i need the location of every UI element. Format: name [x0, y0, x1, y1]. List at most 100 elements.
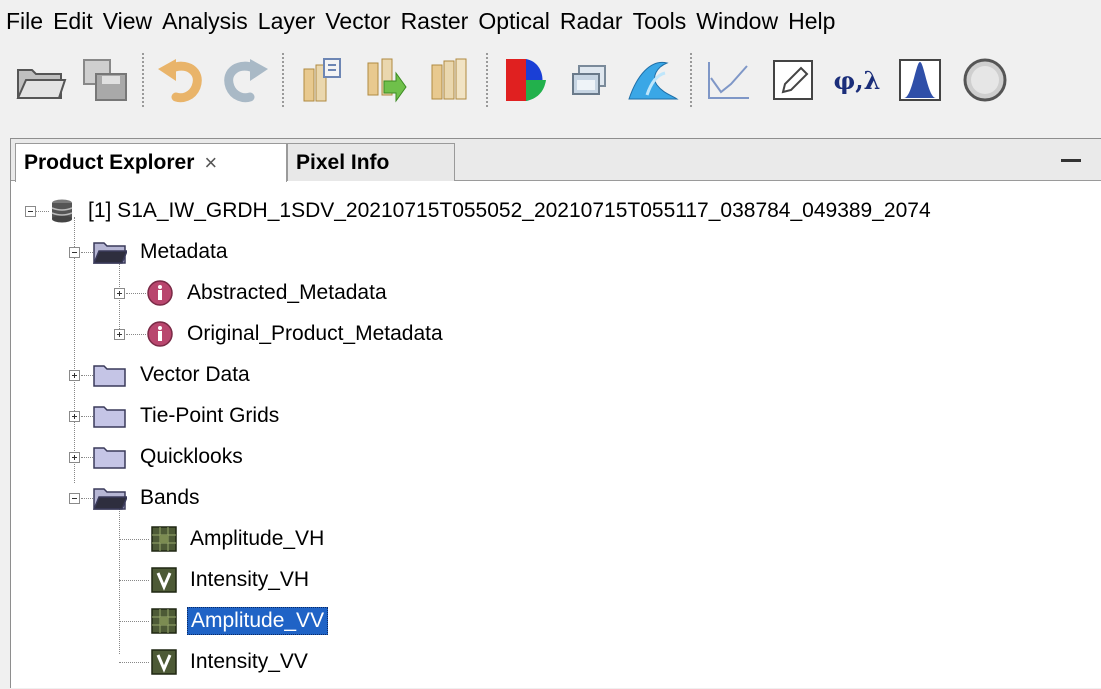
menu-edit[interactable]: Edit [49, 8, 99, 35]
product-explorer-panel: Product Explorer × Pixel Info [1] S1A_IW… [10, 138, 1101, 688]
folder-icon [93, 444, 127, 470]
close-icon[interactable]: × [204, 150, 217, 176]
raster-band-icon [151, 526, 177, 552]
rgb-image-button[interactable] [496, 51, 554, 109]
redo-button[interactable] [216, 51, 274, 109]
tree-line [81, 416, 93, 417]
plot-button[interactable] [700, 51, 758, 109]
tree-node-bands[interactable]: Bands [93, 479, 203, 517]
info-icon [146, 320, 174, 348]
collapse-toggle[interactable] [25, 206, 36, 217]
menu-optical[interactable]: Optical [474, 8, 556, 35]
menu-analysis[interactable]: Analysis [158, 8, 254, 35]
expand-toggle[interactable] [114, 329, 125, 340]
draw-button[interactable] [764, 51, 822, 109]
menu-raster[interactable]: Raster [397, 8, 475, 35]
expand-toggle[interactable] [114, 288, 125, 299]
tree-node-original-product-metadata[interactable]: Original_Product_Metadata [146, 315, 446, 353]
tree-line [126, 334, 146, 335]
tree-line [81, 375, 93, 376]
tab-strip: Product Explorer × Pixel Info [11, 139, 1101, 182]
session-button[interactable] [420, 51, 478, 109]
open-folder-icon [16, 69, 67, 99]
save-button[interactable] [76, 51, 134, 109]
tree-node-metadata[interactable]: Metadata [93, 233, 231, 271]
folder-icon [93, 362, 127, 388]
geo-coordinates-button[interactable]: φ,λ [828, 51, 886, 109]
undo-icon [158, 59, 202, 103]
menu-file[interactable]: File [2, 8, 49, 35]
tree-label: Amplitude_VH [190, 527, 325, 550]
tree-node-band[interactable]: Intensity_VH [151, 561, 312, 599]
tab-product-explorer[interactable]: Product Explorer × [15, 143, 287, 182]
histogram-button[interactable] [892, 51, 950, 109]
wave-tool-button[interactable] [624, 51, 682, 109]
import-vector-icon [303, 58, 341, 102]
information-button[interactable] [956, 51, 1014, 109]
raster-band-icon [151, 608, 177, 634]
tree-node-band[interactable]: Amplitude_VH [151, 520, 327, 558]
tree-label: Abstracted_Metadata [187, 281, 387, 304]
redo-icon [224, 59, 268, 103]
selected-tree-label: Amplitude_VV [187, 607, 329, 635]
product-tree: [1] S1A_IW_GRDH_1SDV_20210715T055052_202… [11, 181, 1101, 689]
tab-label: Pixel Info [296, 150, 390, 174]
tree-label: Tie-Point Grids [140, 404, 280, 427]
tree-label: Bands [140, 486, 200, 509]
folder-icon [93, 403, 127, 429]
tree-node-product[interactable]: [1] S1A_IW_GRDH_1SDV_20210715T055052_202… [49, 192, 934, 230]
virtual-band-icon [151, 649, 177, 675]
tree-line [119, 621, 149, 622]
menu-tools[interactable]: Tools [629, 8, 693, 35]
tree-line [119, 580, 149, 581]
tree-label: Quicklooks [140, 445, 243, 468]
tree-line [35, 211, 49, 212]
tree-node-vector-data[interactable]: Vector Data [93, 356, 253, 394]
menu-vector[interactable]: Vector [321, 8, 396, 35]
tree-label: Intensity_VH [190, 568, 310, 591]
tree-line [81, 457, 93, 458]
wave-icon [628, 61, 679, 100]
collapse-toggle[interactable] [69, 493, 80, 504]
collapse-toggle[interactable] [69, 247, 80, 258]
tab-label: Product Explorer [24, 151, 195, 174]
expand-toggle[interactable] [69, 370, 80, 381]
virtual-band-icon [151, 567, 177, 593]
menu-bar: File Edit View Analysis Layer Vector Ras… [0, 0, 1101, 42]
expand-toggle[interactable] [69, 452, 80, 463]
tree-node-quicklooks[interactable]: Quicklooks [93, 438, 246, 476]
new-window-button[interactable] [560, 51, 618, 109]
undo-button[interactable] [152, 51, 210, 109]
window-icon [572, 65, 606, 95]
tree-label: Intensity_VV [190, 650, 308, 673]
database-icon [49, 198, 75, 224]
info-icon [146, 279, 174, 307]
minimize-icon[interactable] [1061, 159, 1081, 162]
toolbar-separator [486, 53, 488, 107]
expand-toggle[interactable] [69, 411, 80, 422]
tree-label: Metadata [140, 240, 228, 263]
tree-node-abstracted-metadata[interactable]: Abstracted_Metadata [146, 274, 390, 312]
import-vector-button[interactable] [292, 51, 350, 109]
open-folder-icon [93, 485, 127, 511]
tree-node-band[interactable]: Amplitude_VV [151, 602, 329, 640]
tree-node-band[interactable]: Intensity_VV [151, 643, 311, 681]
open-product-button[interactable] [12, 51, 70, 109]
tree-line [119, 539, 149, 540]
tree-line [126, 293, 146, 294]
menu-help[interactable]: Help [784, 8, 841, 35]
menu-layer[interactable]: Layer [254, 8, 322, 35]
geo-coordinates-icon: φ,λ [833, 65, 881, 95]
menu-window[interactable]: Window [692, 8, 784, 35]
tree-node-tie-point-grids[interactable]: Tie-Point Grids [93, 397, 282, 435]
pencil-icon [773, 60, 813, 100]
toolbar-separator [690, 53, 692, 107]
toolbar-separator [282, 53, 284, 107]
open-folder-icon [93, 239, 127, 265]
tab-pixel-info[interactable]: Pixel Info [287, 143, 455, 181]
export-button[interactable] [356, 51, 414, 109]
plot-icon [708, 62, 749, 99]
menu-view[interactable]: View [99, 8, 158, 35]
menu-radar[interactable]: Radar [556, 8, 629, 35]
session-icon [431, 58, 467, 100]
